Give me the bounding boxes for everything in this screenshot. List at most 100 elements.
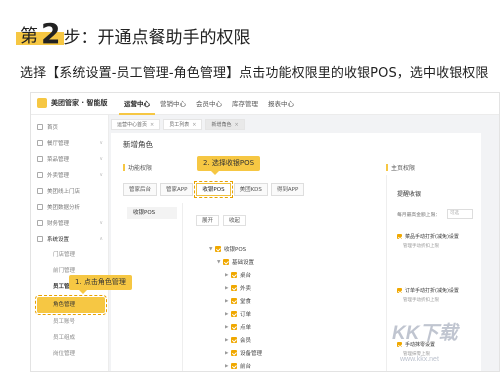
sidebar-item-system-settings[interactable]: 系统设置 ∧: [31, 231, 109, 247]
tree-item-label: 前台: [240, 364, 252, 370]
section-function-permissions: 功能权限: [123, 163, 152, 172]
page-tab-label: 运营中心首页: [117, 122, 148, 128]
section-home-permissions: 主页权限: [386, 163, 415, 172]
topnav-marketing[interactable]: 营销中心: [155, 93, 191, 115]
tree-item-devices[interactable]: ▶ 设备管理: [225, 348, 262, 358]
tree-item-dine-in[interactable]: ▶ 堂食: [225, 296, 251, 306]
tree-item-label: 外卖: [240, 286, 252, 292]
tree-item-ordering[interactable]: ▶ 点单: [225, 322, 251, 332]
checkbox-checked-icon[interactable]: [231, 337, 237, 343]
top-nav: 运营中心 营销中心 会员中心 库存管理 报表中心: [119, 93, 299, 115]
sidebar-item-delivery[interactable]: 外卖管理 ∨: [31, 167, 109, 183]
sidebar-item-label: 系统设置: [47, 237, 70, 243]
setting-sub-text: 管理手动折扣上限: [403, 298, 439, 303]
topnav-inventory[interactable]: 库存管理: [227, 93, 263, 115]
page-tab-operations-home[interactable]: 运营中心首页 ×: [111, 119, 161, 130]
brand-name: 美团管家 · 智能版: [51, 99, 108, 107]
gear-icon: [37, 236, 43, 242]
tree-item-label: 会员: [240, 338, 252, 344]
sidebar-item-label: 首页: [47, 125, 59, 131]
chevron-up-icon: ∧: [99, 236, 103, 242]
sidebar-sub-staff-accounts[interactable]: 员工账号: [31, 314, 109, 330]
function-tabs: 管家后台 管家APP 收银POS 美团KDS 得到APP: [123, 181, 307, 198]
delivery-icon: [37, 172, 43, 178]
close-icon[interactable]: ×: [234, 122, 238, 128]
tree-item-orders[interactable]: ▶ 订单: [225, 309, 251, 319]
function-tab-kds[interactable]: 美团KDS: [233, 183, 268, 196]
sidebar-item-label: 美团数据分析: [47, 205, 81, 211]
chevron-down-icon: ∨: [99, 140, 103, 146]
expand-all-button[interactable]: 展开: [196, 215, 220, 226]
chevron-down-icon: ∨: [99, 220, 103, 226]
home-icon: [37, 124, 43, 130]
tree-item-label: 收银POS: [224, 247, 247, 253]
checkbox-checked-icon[interactable]: [223, 259, 229, 265]
step-heading: 步：开通点餐助手的权限: [63, 28, 251, 48]
function-tab-app[interactable]: 管家APP: [160, 183, 194, 196]
tree-controls: 展开 收起: [196, 215, 250, 226]
permission-category-menu: 收银POS: [123, 203, 183, 371]
page-tab-label: 新增角色: [211, 122, 232, 128]
checkbox-checked-icon[interactable]: [231, 285, 237, 291]
checkbox-checked-icon[interactable]: [215, 246, 221, 252]
chevron-down-icon: ∨: [99, 156, 103, 162]
tree-item-label: 基础设置: [232, 260, 255, 266]
step-prefix: 第: [20, 26, 38, 47]
function-tab-pos[interactable]: 收银POS: [194, 181, 233, 198]
tree-item-label: 桌台: [240, 273, 252, 279]
chart-icon: [37, 204, 43, 210]
tree-item-front-desk[interactable]: ▶ 前台: [225, 361, 251, 371]
tree-item-members[interactable]: ▶ 会员: [225, 335, 251, 345]
sidebar-item-online-store[interactable]: 美团线上门店: [31, 183, 109, 199]
checkbox-checked-icon[interactable]: [397, 234, 402, 239]
side-panel-title: 提醒收银: [397, 191, 422, 198]
setting-dish-discount[interactable]: 菜品手动打折(减免)设置: [397, 233, 459, 240]
page-title: 新增角色: [123, 140, 153, 149]
sidebar-item-finance[interactable]: 财务管理 ∨: [31, 215, 109, 231]
checkbox-checked-icon[interactable]: [231, 298, 237, 304]
monthly-limit-input[interactable]: 可选: [447, 209, 473, 219]
tree-item-label: 订单: [240, 312, 252, 318]
checkbox-checked-icon[interactable]: [231, 363, 237, 369]
checkbox-checked-icon[interactable]: [231, 272, 237, 278]
sidebar-item-home[interactable]: 首页: [31, 119, 109, 135]
sidebar-sub-store-management[interactable]: 门店管理: [31, 247, 109, 263]
function-tab-admin[interactable]: 管家后台: [123, 183, 158, 196]
sidebar-item-analytics[interactable]: 美团数据分析: [31, 199, 109, 215]
brand-logo-icon: [37, 98, 47, 108]
close-icon[interactable]: ×: [150, 122, 154, 128]
page-tab-staff-list[interactable]: 员工列表 ×: [163, 119, 203, 130]
sidebar-item-label: 菜品管理: [47, 157, 70, 163]
sidebar-item-label: 外卖管理: [47, 173, 70, 179]
setting-order-discount[interactable]: 订单手动打折(减免)设置: [397, 287, 459, 294]
online-store-icon: [37, 188, 43, 194]
sidebar-item-restaurant[interactable]: 餐厅管理 ∨: [31, 135, 109, 151]
step-number: 2: [41, 17, 61, 50]
topnav-operations[interactable]: 运营中心: [119, 93, 155, 115]
function-tab-other-app[interactable]: 得到APP: [270, 183, 305, 196]
checkbox-checked-icon[interactable]: [231, 311, 237, 317]
tree-item-pos[interactable]: ▼ 收银POS: [209, 244, 246, 254]
category-pos[interactable]: 收银POS: [127, 207, 177, 219]
tree-item-label: 设备管理: [240, 351, 263, 357]
sidebar-sub-role-management[interactable]: 角色管理: [35, 295, 107, 315]
tree-item-tables[interactable]: ▶ 桌台: [225, 270, 251, 280]
checkbox-checked-icon[interactable]: [231, 350, 237, 356]
sidebar-item-label: 财务管理: [47, 221, 70, 227]
sidebar-item-dishes[interactable]: 菜品管理 ∨: [31, 151, 109, 167]
finance-icon: [37, 220, 43, 226]
sidebar: 首页 餐厅管理 ∨ 菜品管理 ∨ 外卖管理 ∨ 美团线上门店 美团数据分析 财务管理 ∨…: [31, 115, 109, 371]
dish-icon: [37, 156, 43, 162]
page-tab-new-role[interactable]: 新增角色 ×: [205, 119, 245, 130]
checkbox-checked-icon[interactable]: [397, 288, 402, 293]
sidebar-sub-staff-groups[interactable]: 员工组成: [31, 330, 109, 346]
tree-item-takeout[interactable]: ▶ 外卖: [225, 283, 251, 293]
tree-item-basic-settings[interactable]: ▼ 基础设置: [217, 257, 254, 267]
checkbox-checked-icon[interactable]: [231, 324, 237, 330]
collapse-all-button[interactable]: 收起: [223, 215, 247, 226]
close-icon[interactable]: ×: [192, 122, 196, 128]
topnav-reports[interactable]: 报表中心: [263, 93, 299, 115]
sidebar-sub-positions[interactable]: 岗位管理: [31, 346, 109, 362]
instruction-text: 选择【系统设置-员工管理-角色管理】点击功能权限里的收银POS，选中收银权限: [20, 66, 489, 81]
topnav-members[interactable]: 会员中心: [191, 93, 227, 115]
